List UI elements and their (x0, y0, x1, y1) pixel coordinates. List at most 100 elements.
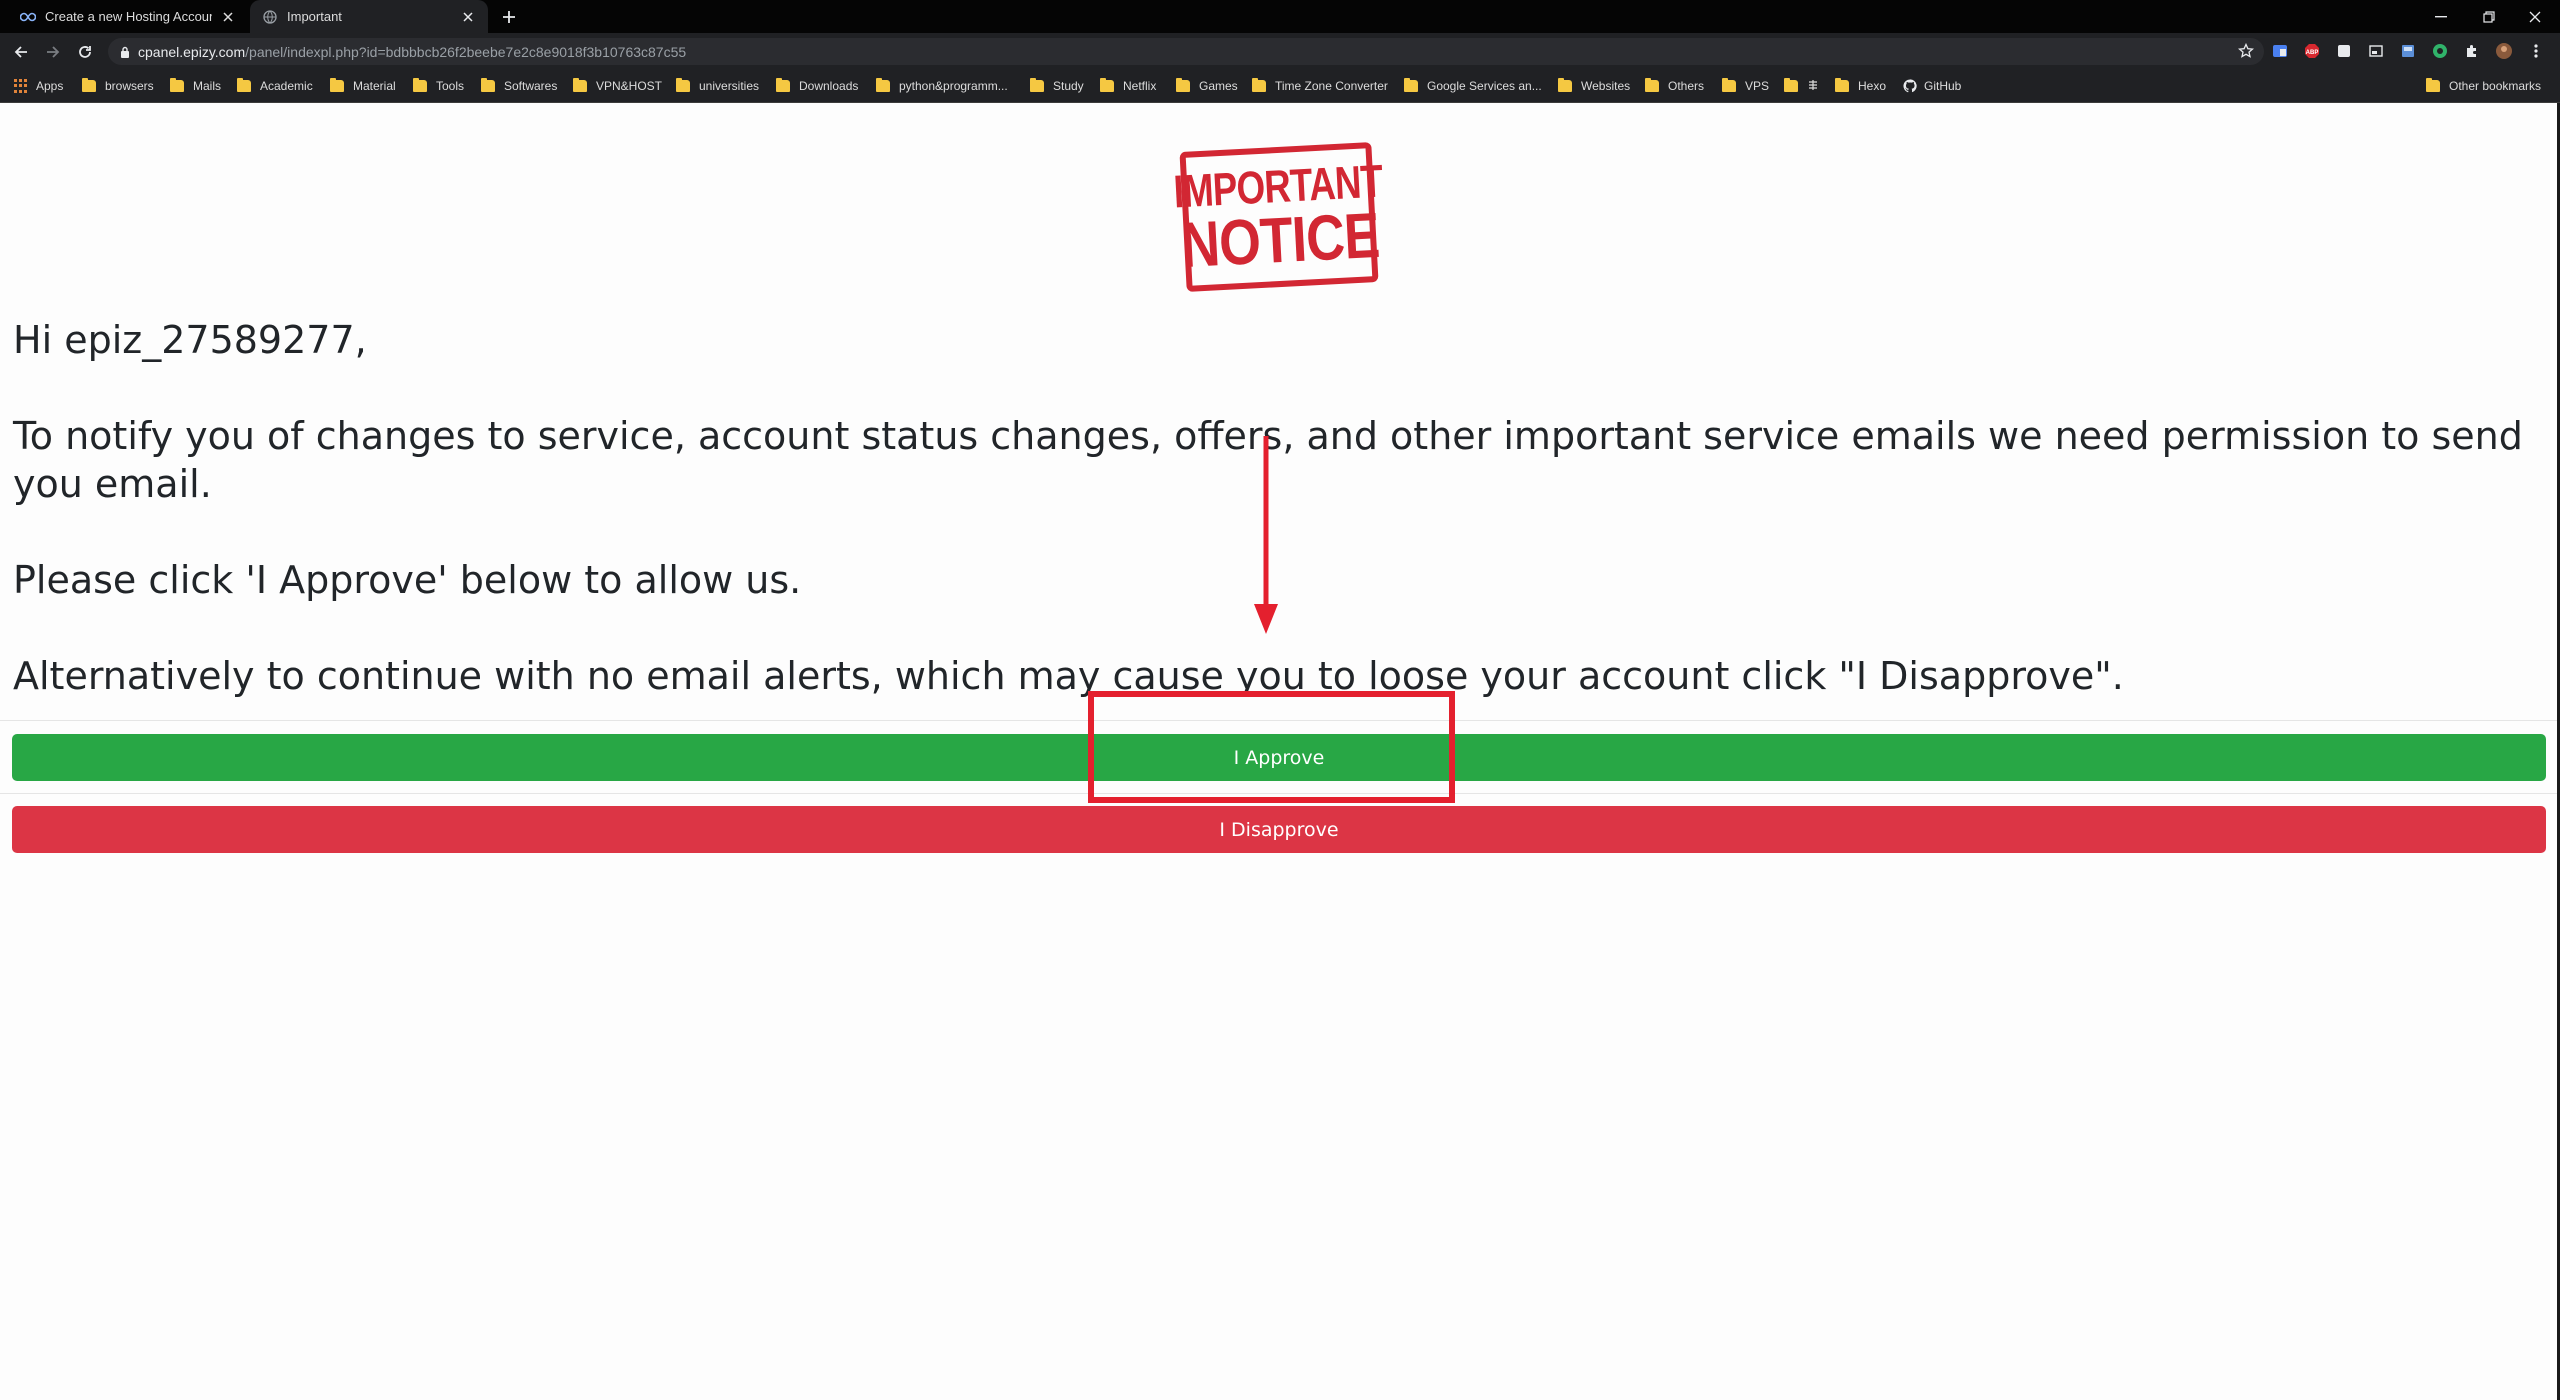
extension-window-icon[interactable] (2366, 41, 2386, 61)
bookmarks-bar: Apps browsers Mails Academic Material To… (0, 69, 2560, 103)
folder-icon (1030, 78, 1044, 92)
bookmark-label: VPN&HOST (596, 79, 663, 93)
bookmark-folder[interactable]: Others (1645, 77, 1704, 95)
bookmark-folder[interactable]: Netflix (1100, 77, 1156, 95)
bookmark-folder-unnamed[interactable] (1784, 77, 1819, 95)
emblem-icon (1807, 79, 1819, 94)
folder-icon (676, 78, 690, 92)
bookmark-github[interactable]: GitHub (1903, 77, 1961, 95)
apps-grid-icon (14, 79, 28, 93)
bookmark-label: VPS (1745, 79, 1770, 93)
bookmark-label: browsers (105, 79, 154, 93)
bookmark-label: Games (1199, 79, 1238, 93)
folder-icon (237, 78, 251, 92)
bookmark-label: Google Services an... (1427, 79, 1542, 93)
bookmark-folder[interactable]: browsers (82, 77, 154, 95)
puzzle-icon[interactable] (2462, 41, 2482, 61)
back-icon[interactable] (10, 41, 32, 63)
bookmark-folder[interactable]: python&programm... (876, 77, 1008, 95)
bookmark-folder[interactable]: Downloads (776, 77, 858, 95)
extension-square-icon[interactable] (2334, 41, 2354, 61)
bookmark-folder[interactable]: Games (1176, 77, 1238, 95)
extension-screen-icon[interactable] (2398, 41, 2418, 61)
greeting: Hi epiz_27589277, (13, 318, 367, 362)
folder-icon (1722, 78, 1736, 92)
folder-icon (1252, 78, 1266, 92)
browser-toolbar: cpanel.epizy.com/panel/indexpl.php?id=bd… (0, 33, 2560, 69)
reload-icon[interactable] (74, 41, 96, 63)
folder-icon (1100, 78, 1114, 92)
page-content: IMPORTANT NOTICE Hi epiz_27589277, To no… (0, 103, 2560, 1400)
close-icon[interactable] (460, 9, 476, 25)
forward-icon[interactable] (42, 41, 64, 63)
folder-icon (330, 78, 344, 92)
url-path: /panel/indexpl.php?id=bdbbbcb26f2beebe7e… (245, 43, 687, 60)
restore-icon[interactable] (2464, 0, 2514, 33)
bookmark-folder[interactable]: Hexo (1835, 77, 1886, 95)
bookmark-label: Netflix (1123, 79, 1157, 93)
kebab-menu-icon[interactable] (2526, 41, 2546, 61)
plus-icon[interactable] (498, 6, 520, 28)
tab-title: Important (287, 9, 342, 24)
message-paragraph-3: Alternatively to continue with no email … (13, 654, 2124, 698)
minimize-icon[interactable] (2416, 0, 2466, 33)
address-bar[interactable]: cpanel.epizy.com/panel/indexpl.php?id=bd… (108, 38, 2264, 65)
translate-extension-icon[interactable] (2270, 41, 2290, 61)
tab-important[interactable]: Important (250, 0, 488, 33)
bookmark-label: Hexo (1858, 79, 1887, 93)
bookmark-folder[interactable]: Google Services an... (1404, 77, 1542, 95)
bookmark-folder[interactable]: Academic (237, 77, 313, 95)
folder-icon (170, 78, 184, 92)
profile-avatar-icon[interactable] (2494, 41, 2514, 61)
approve-button[interactable]: I Approve (12, 734, 2546, 781)
bookmark-folder[interactable]: Time Zone Converter (1252, 77, 1388, 95)
bookmark-apps[interactable]: Apps (14, 77, 63, 95)
github-icon (1903, 79, 1917, 93)
bookmark-folder[interactable]: Study (1030, 77, 1084, 95)
bookmark-folder[interactable]: VPN&HOST (573, 77, 662, 95)
bookmark-label: Academic (260, 79, 313, 93)
bookmark-folder[interactable]: VPS (1722, 77, 1769, 95)
folder-icon (413, 78, 427, 92)
bookmark-label: Apps (36, 79, 64, 93)
bookmark-folder[interactable]: Material (330, 77, 396, 95)
folder-icon (876, 78, 890, 92)
folder-icon (82, 78, 96, 92)
bookmark-folder[interactable]: Mails (170, 77, 221, 95)
folder-icon (2426, 78, 2440, 92)
bookmark-folder[interactable]: Softwares (481, 77, 557, 95)
url-host: cpanel.epizy.com (138, 43, 246, 60)
bookmark-label: Websites (1581, 79, 1631, 93)
bookmark-folder[interactable]: universities (676, 77, 759, 95)
bookmark-label: python&programm... (899, 79, 1008, 93)
bookmark-other[interactable]: Other bookmarks (2426, 77, 2541, 95)
svg-text:ABP: ABP (2306, 50, 2319, 56)
lock-icon (120, 46, 130, 58)
folder-icon (573, 78, 587, 92)
infinity-icon (20, 9, 36, 25)
close-icon[interactable] (220, 9, 236, 25)
extension-green-icon[interactable] (2430, 41, 2450, 61)
message-paragraph-2: Please click 'I Approve' below to allow … (13, 558, 802, 602)
close-window-icon[interactable] (2510, 0, 2560, 33)
bookmark-label: Other bookmarks (2449, 79, 2542, 93)
bookmark-label: Downloads (799, 79, 859, 93)
tab-title: Create a new Hosting Account - (45, 9, 212, 24)
folder-icon (481, 78, 495, 92)
disapprove-button[interactable]: I Disapprove (12, 806, 2546, 853)
folder-icon (1404, 78, 1418, 92)
bookmark-label: Others (1668, 79, 1705, 93)
bookmark-label: Material (353, 79, 396, 93)
star-icon[interactable] (2237, 42, 2255, 62)
message-paragraph-1: To notify you of changes to service, acc… (13, 414, 2523, 506)
folder-icon (1784, 78, 1798, 92)
bookmark-folder[interactable]: Tools (413, 77, 464, 95)
tab-create-hosting-account[interactable]: Create a new Hosting Account - (8, 0, 248, 33)
bookmark-label: Time Zone Converter (1275, 79, 1388, 93)
folder-icon (1645, 78, 1659, 92)
bookmark-label: Softwares (504, 79, 558, 93)
adblock-plus-icon[interactable]: ABP (2302, 41, 2322, 61)
folder-icon (776, 78, 790, 92)
bookmark-label: GitHub (1924, 79, 1962, 93)
bookmark-folder[interactable]: Websites (1558, 77, 1630, 95)
